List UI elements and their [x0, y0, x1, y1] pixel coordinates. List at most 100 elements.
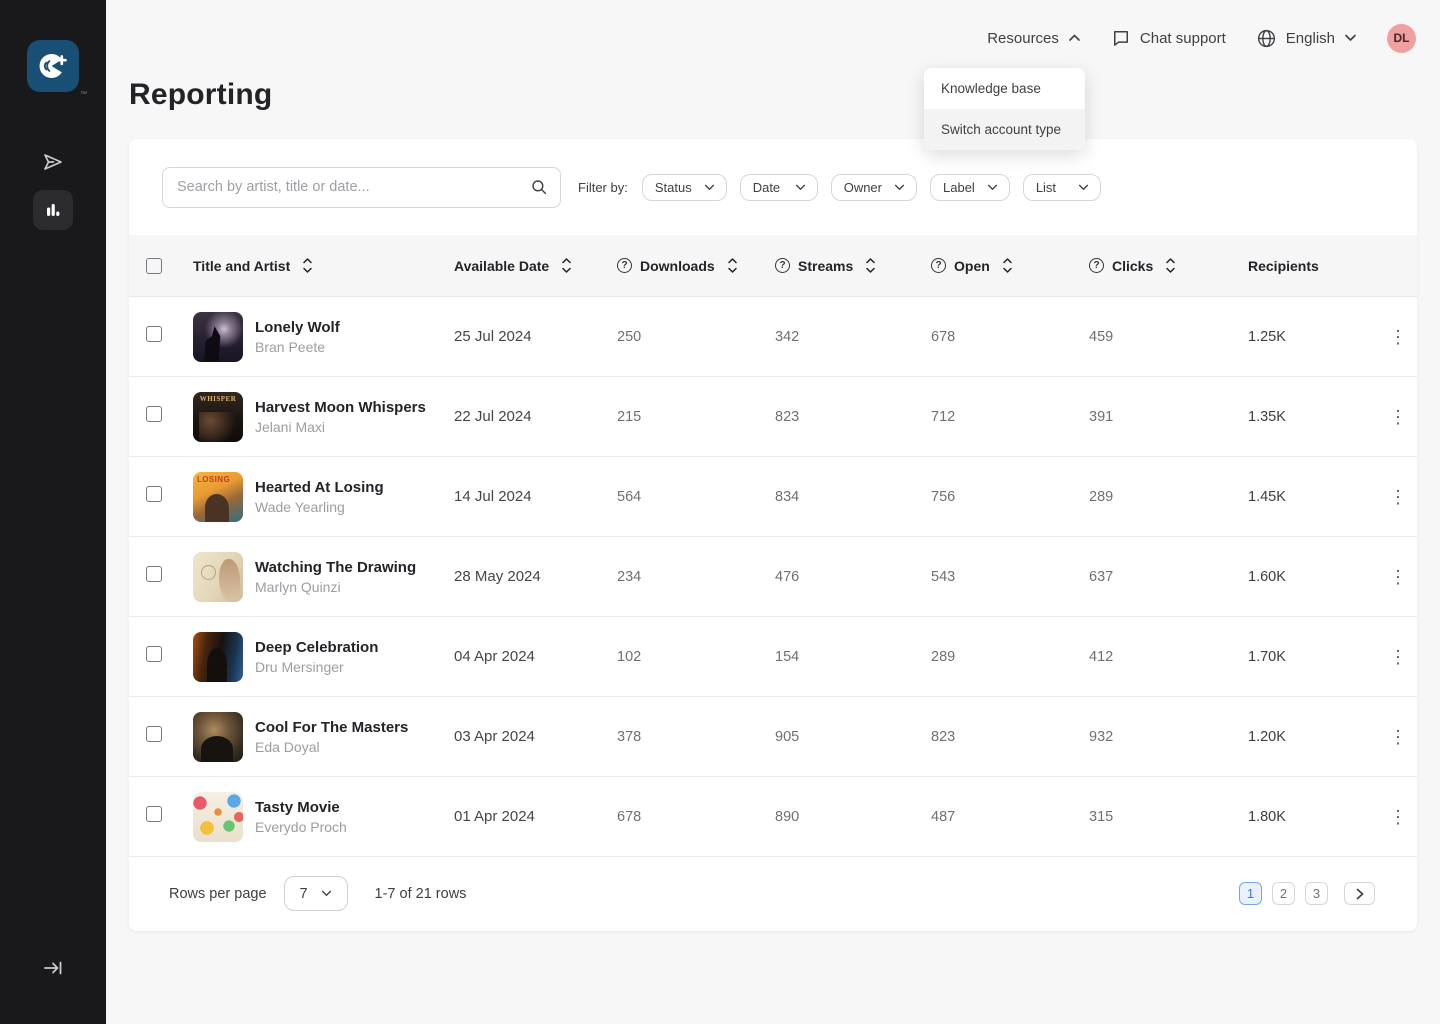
help-icon[interactable]: ?	[617, 258, 632, 273]
filter-status[interactable]: Status	[642, 174, 727, 201]
recipients-value: 1.35K	[1248, 409, 1379, 425]
track-title: Cool For The Masters	[255, 719, 408, 736]
table-row: Tasty Movie Everydo Proch 01 Apr 2024 67…	[129, 777, 1417, 857]
clicks-value: 637	[1089, 569, 1248, 585]
expand-sidebar-icon	[41, 956, 65, 980]
chevron-down-icon	[795, 184, 806, 191]
track-title: Tasty Movie	[255, 799, 347, 816]
available-date-value: 01 Apr 2024	[454, 808, 617, 825]
sort-icon[interactable]	[866, 258, 875, 273]
track-artist: Everydo Proch	[255, 819, 347, 835]
table-row: LOSING Hearted At Losing Wade Yearling 1…	[129, 457, 1417, 537]
sort-icon[interactable]	[562, 258, 571, 273]
menu-item-knowledge-base[interactable]: Knowledge base	[924, 68, 1085, 109]
available-date-value: 14 Jul 2024	[454, 488, 617, 505]
rows-range-label: 1-7 of 21 rows	[375, 886, 467, 902]
resources-menu-button[interactable]: Resources	[987, 30, 1081, 47]
user-avatar[interactable]: DL	[1387, 24, 1416, 53]
resources-dropdown-menu: Knowledge base Switch account type	[924, 68, 1085, 150]
recipients-value: 1.80K	[1248, 809, 1379, 825]
row-checkbox[interactable]	[146, 646, 162, 662]
chevron-right-icon	[1356, 888, 1364, 900]
row-menu-kebab-icon[interactable]: ⋮	[1385, 724, 1411, 750]
sort-icon[interactable]	[1166, 258, 1175, 273]
sidebar: ™	[0, 0, 106, 1024]
downloads-value: 678	[617, 809, 775, 825]
filter-list[interactable]: List	[1023, 174, 1101, 201]
open-value: 678	[931, 329, 1089, 345]
reporting-card: Filter by: Status Date Owner Label List	[129, 139, 1417, 931]
downloads-value: 234	[617, 569, 775, 585]
table-row: WHISPER Harvest Moon Whispers Jelani Max…	[129, 377, 1417, 457]
downloads-value: 215	[617, 409, 775, 425]
column-open: Open	[954, 258, 990, 274]
search-input[interactable]	[162, 167, 561, 208]
next-page-button[interactable]	[1344, 882, 1375, 905]
row-checkbox[interactable]	[146, 566, 162, 582]
sort-icon[interactable]	[728, 258, 737, 273]
select-all-checkbox[interactable]	[146, 258, 162, 274]
help-icon[interactable]: ?	[931, 258, 946, 273]
help-icon[interactable]: ?	[775, 258, 790, 273]
chat-support-label: Chat support	[1140, 30, 1226, 47]
track-artist: Marlyn Quinzi	[255, 579, 416, 595]
album-art: WHISPER	[193, 392, 243, 442]
rows-per-page-label: Rows per page	[169, 886, 267, 902]
table-header: Title and Artist Available Date ? Downlo…	[129, 235, 1417, 297]
chevron-down-icon	[321, 890, 332, 897]
filter-list-label: List	[1036, 180, 1056, 195]
filter-pills: Status Date Owner Label List	[642, 174, 1101, 201]
filter-by-label: Filter by:	[578, 180, 628, 195]
filter-date[interactable]: Date	[740, 174, 818, 201]
streams-value: 823	[775, 409, 931, 425]
page-button-2[interactable]: 2	[1272, 882, 1295, 905]
row-menu-kebab-icon[interactable]: ⋮	[1385, 804, 1411, 830]
row-checkbox[interactable]	[146, 726, 162, 742]
album-art	[193, 632, 243, 682]
row-checkbox[interactable]	[146, 326, 162, 342]
album-art: LOSING	[193, 472, 243, 522]
downloads-value: 250	[617, 329, 775, 345]
help-icon[interactable]: ?	[1089, 258, 1104, 273]
filter-label[interactable]: Label	[930, 174, 1010, 201]
page-button-1[interactable]: 1	[1239, 882, 1262, 905]
row-menu-kebab-icon[interactable]: ⋮	[1385, 404, 1411, 430]
menu-item-switch-account-type[interactable]: Switch account type	[924, 109, 1085, 150]
brand-logo[interactable]: ™	[27, 40, 79, 92]
bar-chart-icon	[43, 200, 63, 220]
track-artist: Jelani Maxi	[255, 419, 426, 435]
track-title: Harvest Moon Whispers	[255, 399, 426, 416]
available-date-value: 22 Jul 2024	[454, 408, 617, 425]
recipients-value: 1.60K	[1248, 569, 1379, 585]
sort-icon[interactable]	[303, 258, 312, 273]
sidebar-item-campaigns[interactable]	[33, 142, 73, 182]
page-button-3[interactable]: 3	[1305, 882, 1328, 905]
rows-per-page-select[interactable]: 7	[284, 876, 348, 911]
column-title-artist: Title and Artist	[193, 258, 290, 274]
row-menu-kebab-icon[interactable]: ⋮	[1385, 324, 1411, 350]
filter-owner[interactable]: Owner	[831, 174, 917, 201]
recipients-value: 1.20K	[1248, 729, 1379, 745]
available-date-value: 04 Apr 2024	[454, 648, 617, 665]
row-checkbox[interactable]	[146, 806, 162, 822]
open-value: 756	[931, 489, 1089, 505]
sort-icon[interactable]	[1003, 258, 1012, 273]
row-menu-kebab-icon[interactable]: ⋮	[1385, 564, 1411, 590]
row-menu-kebab-icon[interactable]: ⋮	[1385, 484, 1411, 510]
row-checkbox[interactable]	[146, 406, 162, 422]
column-recipients: Recipients	[1248, 258, 1319, 274]
streams-value: 342	[775, 329, 931, 345]
chat-support-button[interactable]: Chat support	[1111, 28, 1226, 48]
clicks-value: 459	[1089, 329, 1248, 345]
row-checkbox[interactable]	[146, 486, 162, 502]
open-value: 712	[931, 409, 1089, 425]
sidebar-expand-button[interactable]	[0, 956, 106, 980]
language-selector[interactable]: English	[1256, 28, 1357, 49]
available-date-value: 25 Jul 2024	[454, 328, 617, 345]
recipients-value: 1.25K	[1248, 329, 1379, 345]
streams-value: 154	[775, 649, 931, 665]
chevron-down-icon	[987, 184, 998, 191]
album-art	[193, 312, 243, 362]
sidebar-item-reporting[interactable]	[33, 190, 73, 230]
row-menu-kebab-icon[interactable]: ⋮	[1385, 644, 1411, 670]
